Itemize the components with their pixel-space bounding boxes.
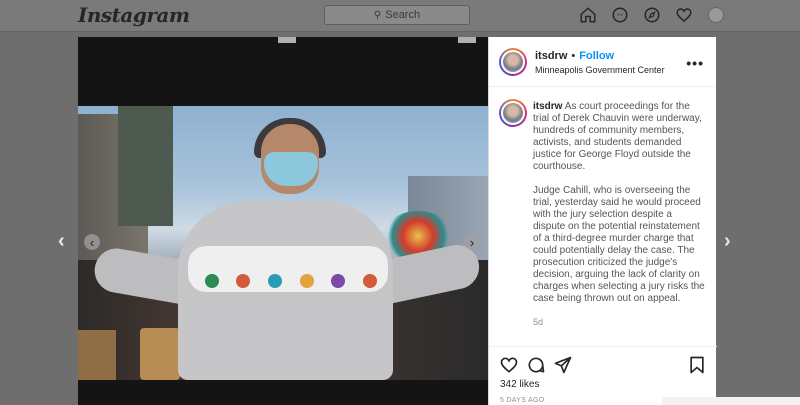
post-timestamp: 5 DAYS AGO xyxy=(500,397,545,404)
explore-icon[interactable] xyxy=(642,5,662,25)
scarf-embroidery xyxy=(196,274,386,292)
messenger-icon[interactable] xyxy=(610,5,630,25)
post-caption: itsdrw As court proceedings for the tria… xyxy=(533,101,705,317)
caption-username[interactable]: itsdrw xyxy=(533,101,562,112)
caption-text: Judge Cahill, who is overseeing the tria… xyxy=(533,185,705,304)
author-username[interactable]: itsdrw xyxy=(535,50,567,62)
search-input[interactable]: ⚲ Search xyxy=(324,5,470,25)
building xyxy=(118,106,173,226)
carousel-next-button[interactable]: › xyxy=(464,234,480,250)
post-location[interactable]: Minneapolis Government Center xyxy=(535,65,665,75)
face-mask xyxy=(264,152,318,186)
bottom-right-bar xyxy=(662,397,800,405)
top-nav-bar: Instagram ⚲ Search xyxy=(0,0,800,32)
prev-post-arrow[interactable]: ‹ xyxy=(58,230,65,253)
separator-dot: • xyxy=(571,50,576,62)
author-avatar[interactable] xyxy=(499,48,527,76)
drum xyxy=(140,328,180,380)
carousel-prev-button[interactable]: ‹ xyxy=(84,234,100,250)
save-icon[interactable] xyxy=(687,355,707,375)
scroll-nub xyxy=(278,37,296,43)
post-side-panel: itsdrw • Follow Minneapolis Government C… xyxy=(488,37,717,405)
search-icon: ⚲ xyxy=(373,9,382,21)
follow-button[interactable]: Follow xyxy=(579,50,614,62)
share-icon[interactable] xyxy=(553,355,573,375)
caption-age: 5d xyxy=(533,317,544,327)
caption-author-avatar[interactable] xyxy=(499,99,527,127)
post-media: ‹ › xyxy=(78,37,488,405)
more-options-icon[interactable]: ••• xyxy=(686,55,704,71)
post-photo[interactable] xyxy=(78,106,488,380)
profile-avatar[interactable] xyxy=(708,7,724,23)
like-icon[interactable] xyxy=(499,355,519,375)
drum xyxy=(78,330,116,380)
instagram-logo[interactable]: Instagram xyxy=(78,3,190,27)
home-icon[interactable] xyxy=(578,5,598,25)
comment-icon[interactable] xyxy=(526,355,546,375)
post-header: itsdrw • Follow Minneapolis Government C… xyxy=(489,37,716,87)
next-post-arrow[interactable]: › xyxy=(724,230,731,253)
nav-icons xyxy=(578,5,724,25)
search-placeholder: Search xyxy=(385,9,421,21)
scroll-nub xyxy=(458,37,476,43)
like-count[interactable]: 342 likes xyxy=(500,379,539,390)
heart-icon[interactable] xyxy=(674,5,694,25)
